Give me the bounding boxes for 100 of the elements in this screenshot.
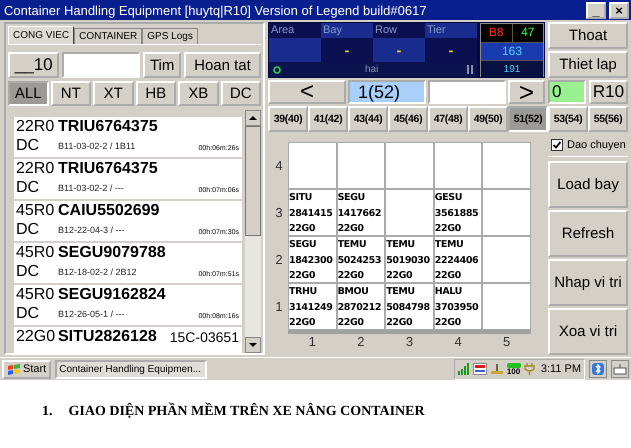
previous-button[interactable]: < — [268, 80, 346, 104]
container-number: TRIU6764375 — [58, 160, 158, 178]
complete-button[interactable]: Hoan tat — [184, 52, 261, 78]
bay-button[interactable]: 55(56) — [588, 106, 628, 132]
bay-button[interactable]: 41(42) — [308, 106, 348, 132]
stack-slot[interactable]: SEGU 1842300 22G0 — [288, 236, 337, 283]
equipment-button[interactable]: R10 — [589, 80, 628, 104]
scroll-down-icon[interactable] — [245, 337, 261, 353]
stack-slot[interactable]: TEMU 5024253 22G0 — [336, 236, 386, 283]
stack-slot[interactable] — [434, 142, 482, 189]
stack-slot[interactable]: TEMU 5084798 22G0 — [385, 283, 434, 330]
exit-button[interactable]: Thoat — [548, 22, 628, 49]
close-button[interactable]: × — [609, 2, 629, 18]
category: DC — [16, 137, 40, 155]
minimize-button[interactable]: _ — [586, 2, 606, 18]
window-title: Container Handling Equipment [huytq|R10] Version of Legend build#0617 — [4, 2, 428, 18]
category: DC — [16, 179, 40, 197]
start-button[interactable]: Start — [2, 360, 52, 378]
size-type: 22R0 — [16, 118, 56, 136]
stack-slot[interactable] — [385, 142, 434, 189]
stack-slot[interactable]: SEGU 1417662 22G0 — [336, 189, 386, 236]
size-type: 22R0 — [16, 160, 56, 178]
bay-button[interactable]: 53(54) — [548, 106, 588, 132]
power-plug-icon[interactable] — [524, 362, 536, 376]
counter: 191 — [481, 61, 543, 77]
location: B12-18-02-2 / 2B12 — [58, 267, 138, 277]
tab[interactable]: GPS Logs — [142, 28, 198, 44]
action-button[interactable]: Refresh — [548, 210, 628, 257]
filter-button[interactable]: ALL — [8, 81, 48, 106]
input-field[interactable] — [428, 80, 506, 104]
clock: 3:11 PM — [540, 363, 581, 375]
bay-button[interactable]: 45(46) — [388, 106, 428, 132]
checkbox[interactable] — [551, 139, 563, 151]
field-value: - — [425, 38, 477, 62]
bay-field[interactable]: 1(52) — [348, 80, 426, 104]
stack-slot[interactable]: TEMU 5019030 22G0 — [385, 236, 434, 283]
filter-button[interactable]: NT — [50, 81, 91, 106]
bay-button[interactable]: 47(48) — [428, 106, 468, 132]
filter-button[interactable]: DC — [220, 81, 261, 106]
bay-button[interactable]: 49(50) — [468, 106, 508, 132]
size-type: 45R0 — [16, 244, 56, 262]
settings-button[interactable]: Thiet lap — [548, 51, 628, 78]
filter-button[interactable]: XB — [178, 81, 218, 106]
task-button[interactable]: Container Handling Equipmen... — [55, 360, 208, 378]
scroll-up-icon[interactable] — [245, 110, 261, 126]
counter: 47 — [512, 24, 543, 42]
stack-slot[interactable] — [288, 142, 337, 189]
keyboard-icon[interactable] — [611, 360, 629, 378]
column-label: 2 — [356, 334, 366, 349]
column-label: 3 — [404, 334, 414, 349]
location: B11-03-02-2 / 1B11 — [58, 141, 136, 151]
count-button[interactable]: __10 — [8, 52, 60, 78]
search-button[interactable]: Tim — [143, 52, 181, 78]
next-button[interactable]: > — [508, 80, 545, 104]
job-card[interactable]: 22G0 SITU2826128 15C-03651 — [14, 327, 242, 353]
stack-slot[interactable]: BMOU 2870212 22G0 — [336, 283, 386, 330]
filter-button[interactable]: XT — [93, 81, 134, 106]
stack-slot[interactable] — [482, 189, 531, 236]
stack-slot[interactable] — [336, 142, 386, 189]
bay-button[interactable]: 43(44) — [348, 106, 388, 132]
tier-label: 3 — [274, 205, 284, 220]
stack-slot[interactable]: TRHU 3141249 22G0 — [288, 283, 337, 330]
scroll-thumb[interactable] — [245, 126, 261, 236]
field-value-box — [269, 38, 321, 62]
stack-slot[interactable]: GESU 3561885 22G0 — [434, 189, 482, 236]
caption-text: GIAO DIỆN PHẦN MỀM TRÊN XE NÂNG CONTAINER — [68, 404, 425, 420]
container-number: SEGU9079788 — [58, 244, 166, 262]
plate-number: 15C-03651 — [170, 329, 239, 345]
counter: 163 — [481, 43, 543, 60]
stack-slot[interactable] — [482, 236, 531, 283]
signal-icon[interactable] — [458, 363, 470, 375]
bay-button[interactable]: 51(52) — [508, 106, 548, 132]
search-field[interactable] — [62, 52, 140, 78]
scrollbar[interactable] — [245, 110, 261, 353]
action-button[interactable]: Xoa vi tri — [548, 308, 628, 355]
network-icon[interactable] — [490, 363, 504, 375]
counter: B8 — [481, 24, 512, 42]
stack-slot[interactable] — [482, 142, 531, 189]
stack-slot[interactable]: SITU 2841415 22G0 — [288, 189, 337, 236]
action-button[interactable]: Nhap vi tri — [548, 259, 628, 306]
tab[interactable]: CONTAINER — [74, 28, 142, 44]
app-icon[interactable] — [472, 363, 487, 375]
filter-button[interactable]: HB — [136, 81, 176, 106]
bluetooth-icon[interactable] — [589, 360, 607, 378]
stack-slot[interactable]: TEMU 2224406 22G0 — [434, 236, 482, 283]
location: B12-26-05-1 / --- — [58, 309, 126, 319]
tab[interactable]: CONG VIEC — [8, 26, 74, 44]
field-label: Bay — [321, 23, 373, 38]
battery-icon — [506, 362, 521, 368]
status-text: hai — [364, 64, 380, 75]
bay-button[interactable]: 39(40) — [268, 106, 308, 132]
checkbox-label: Dao chuyen — [567, 139, 626, 151]
container-number: TRIU6764375 — [58, 118, 158, 136]
field-value: - — [373, 38, 425, 62]
stack-slot[interactable]: HALU 3703950 22G0 — [434, 283, 482, 330]
stack-slot[interactable] — [482, 283, 531, 330]
stack-slot[interactable] — [385, 189, 434, 236]
action-button[interactable]: Load bay — [548, 161, 628, 208]
column-label: 5 — [502, 334, 512, 349]
list-number: 1. — [42, 404, 52, 420]
